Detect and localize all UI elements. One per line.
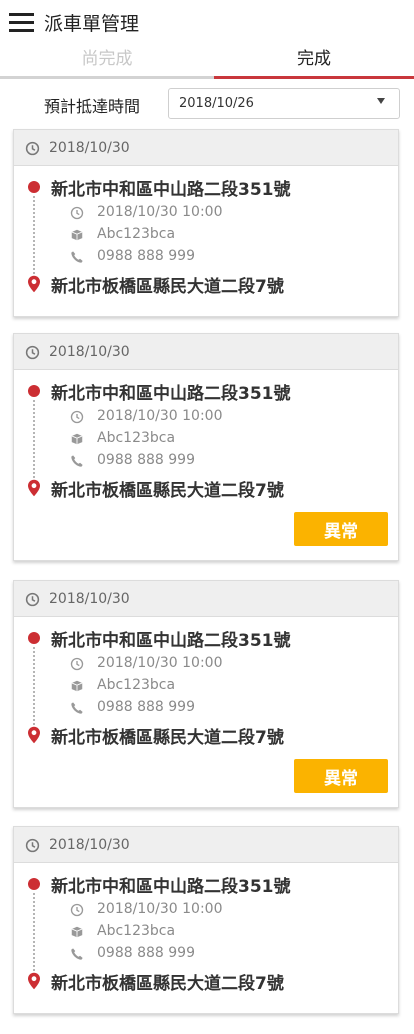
card-header: 2018/10/30 <box>14 581 398 617</box>
order-code: Abc123bca <box>97 677 176 693</box>
card-header: 2018/10/30 <box>14 334 398 370</box>
report-abnormal-button[interactable]: 異常 <box>294 512 388 546</box>
location-pin-icon <box>28 479 40 497</box>
route-line <box>33 893 35 971</box>
clock-icon <box>70 206 84 220</box>
arrival-date-value: 2018/10/26 <box>179 96 254 111</box>
package-icon <box>71 680 83 692</box>
route-line <box>33 647 35 725</box>
location-pin-icon <box>28 726 40 744</box>
order-card[interactable]: 2018/10/30 新北市中和區中山路二段351號 2018/10/30 10… <box>13 333 399 561</box>
location-pin-icon <box>28 972 40 990</box>
clock-icon <box>70 903 84 917</box>
tab-completed[interactable]: 完成 <box>214 44 414 79</box>
report-abnormal-button[interactable]: 異常 <box>294 759 388 793</box>
dropoff-address: 新北市板橋區縣民大道二段7號 <box>51 481 284 501</box>
origin-dot-icon <box>28 878 40 890</box>
order-card[interactable]: 2018/10/30 新北市中和區中山路二段351號 2018/10/30 10… <box>13 826 399 1014</box>
pickup-address: 新北市中和區中山路二段351號 <box>51 877 291 897</box>
phone-icon <box>71 702 83 714</box>
order-card[interactable]: 2018/10/30 新北市中和區中山路二段351號 2018/10/30 10… <box>13 129 399 317</box>
pickup-time: 2018/10/30 10:00 <box>97 408 223 424</box>
clock-icon <box>25 345 40 360</box>
dropoff-address: 新北市板橋區縣民大道二段7號 <box>51 974 284 994</box>
clock-icon <box>70 410 84 424</box>
phone-icon <box>71 251 83 263</box>
clock-icon <box>70 657 84 671</box>
card-header: 2018/10/30 <box>14 130 398 166</box>
contact-phone: 0988 888 999 <box>97 452 195 468</box>
pickup-time: 2018/10/30 10:00 <box>97 901 223 917</box>
clock-icon <box>25 838 40 853</box>
pickup-address: 新北市中和區中山路二段351號 <box>51 631 291 651</box>
arrival-date-select[interactable]: 2018/10/26 <box>168 88 400 119</box>
contact-phone: 0988 888 999 <box>97 248 195 264</box>
tab-pending[interactable]: 尚完成 <box>0 44 214 79</box>
card-header: 2018/10/30 <box>14 827 398 863</box>
origin-dot-icon <box>28 632 40 644</box>
pickup-time: 2018/10/30 10:00 <box>97 204 223 220</box>
phone-icon <box>71 948 83 960</box>
clock-icon <box>25 141 40 156</box>
route-line <box>33 400 35 478</box>
route-line <box>33 196 35 274</box>
package-icon <box>71 926 83 938</box>
hamburger-menu-icon[interactable] <box>9 13 34 33</box>
contact-phone: 0988 888 999 <box>97 699 195 715</box>
pickup-time: 2018/10/30 10:00 <box>97 655 223 671</box>
location-pin-icon <box>28 275 40 293</box>
page-title: 派車單管理 <box>44 13 140 35</box>
order-code: Abc123bca <box>97 923 176 939</box>
phone-icon <box>71 455 83 467</box>
status-tabs: 尚完成 完成 <box>0 44 414 79</box>
app-header: 派車單管理 <box>0 0 414 44</box>
contact-phone: 0988 888 999 <box>97 945 195 961</box>
card-date: 2018/10/30 <box>49 140 130 156</box>
origin-dot-icon <box>28 385 40 397</box>
card-date: 2018/10/30 <box>49 591 130 607</box>
dropdown-arrow-icon <box>377 98 385 104</box>
origin-dot-icon <box>28 181 40 193</box>
pickup-address: 新北市中和區中山路二段351號 <box>51 180 291 200</box>
dropoff-address: 新北市板橋區縣民大道二段7號 <box>51 728 284 748</box>
arrival-time-label: 預計抵達時間 <box>44 97 141 116</box>
order-card[interactable]: 2018/10/30 新北市中和區中山路二段351號 2018/10/30 10… <box>13 580 399 808</box>
dropoff-address: 新北市板橋區縣民大道二段7號 <box>51 277 284 297</box>
package-icon <box>71 229 83 241</box>
package-icon <box>71 433 83 445</box>
card-date: 2018/10/30 <box>49 837 130 853</box>
clock-icon <box>25 592 40 607</box>
pickup-address: 新北市中和區中山路二段351號 <box>51 384 291 404</box>
order-code: Abc123bca <box>97 226 176 242</box>
card-date: 2018/10/30 <box>49 344 130 360</box>
order-code: Abc123bca <box>97 430 176 446</box>
